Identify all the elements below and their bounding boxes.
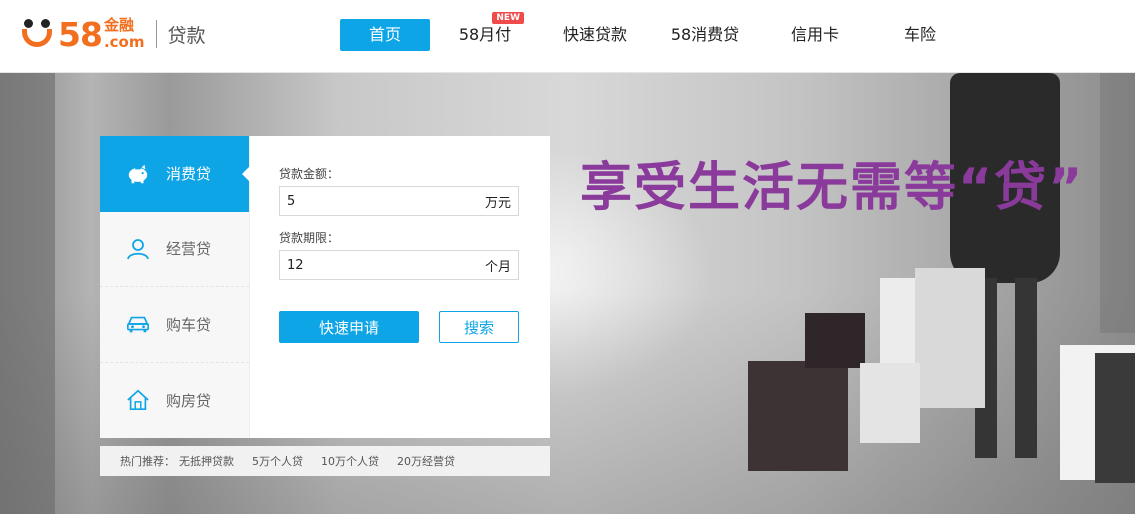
shopping-bag-icon bbox=[805, 313, 865, 368]
nav-label: 车险 bbox=[903, 25, 936, 44]
hot-label: 热门推荐： bbox=[120, 455, 175, 468]
amount-label: 贷款金额： bbox=[279, 167, 340, 181]
logo[interactable]: 58 金融 .com 贷款 bbox=[20, 14, 205, 54]
nav-label: 信用卡 bbox=[790, 25, 839, 44]
woman-leg bbox=[1015, 278, 1037, 458]
nav-credit-card[interactable]: 信用卡 bbox=[760, 19, 870, 51]
58-smiley-icon bbox=[20, 17, 56, 51]
logo-number: 58 bbox=[58, 14, 103, 54]
shopping-bag-icon bbox=[915, 268, 985, 408]
tab-label: 消费贷 bbox=[166, 165, 212, 184]
loan-panel: 消费贷 经营贷 购车贷 购房贷 贷款金额： 5 万元 贷款期限： 12 个月 快… bbox=[100, 136, 550, 438]
hot-link[interactable]: 5万个人贷 bbox=[252, 453, 303, 469]
hot-link[interactable]: 无抵押贷款 bbox=[179, 453, 234, 469]
shopping-bag-icon bbox=[860, 363, 920, 443]
logo-cn: 金融 bbox=[103, 16, 134, 34]
shopping-bag-icon bbox=[748, 361, 848, 471]
top-header: 58 金融 .com 贷款 首页 58月付 NEW 快速贷款 58消费贷 信用卡… bbox=[0, 0, 1135, 73]
banner-pillar bbox=[0, 73, 55, 514]
tab-house-loan[interactable]: 购房贷 bbox=[100, 363, 249, 439]
nav-58-monthly[interactable]: 58月付 NEW bbox=[430, 12, 540, 51]
loan-type-tabs: 消费贷 经营贷 购车贷 购房贷 bbox=[100, 136, 250, 438]
new-badge: NEW bbox=[492, 12, 524, 24]
term-value: 12 bbox=[287, 257, 304, 273]
house-icon bbox=[126, 388, 150, 412]
term-unit: 个月 bbox=[484, 259, 511, 275]
logo-section: 贷款 bbox=[167, 24, 206, 47]
nav-label: 58月付 bbox=[458, 25, 512, 44]
nav-home[interactable]: 首页 bbox=[340, 19, 430, 51]
nav-quick-loan[interactable]: 快速贷款 bbox=[540, 19, 650, 51]
nav-label: 快速贷款 bbox=[562, 25, 627, 44]
nav-label: 58消费贷 bbox=[670, 25, 740, 44]
tab-business-loan[interactable]: 经营贷 bbox=[100, 212, 249, 287]
nav-58-consumer-loan[interactable]: 58消费贷 bbox=[650, 19, 760, 51]
car-icon bbox=[126, 312, 150, 336]
loan-form: 贷款金额： 5 万元 贷款期限： 12 个月 快速申请 搜索 bbox=[279, 166, 519, 343]
tab-car-loan[interactable]: 购车贷 bbox=[100, 287, 249, 363]
shopping-bag-icon bbox=[1095, 353, 1135, 483]
logo-domain: .com bbox=[103, 33, 145, 51]
amount-value: 5 bbox=[287, 193, 296, 209]
hot-recommendations: 热门推荐： 无抵押贷款 5万个人贷 10万个人贷 20万经营贷 bbox=[100, 446, 550, 476]
piggy-bank-icon bbox=[126, 162, 150, 186]
amount-unit: 万元 bbox=[484, 195, 511, 211]
banner-slogan: 享受生活无需等“贷” bbox=[580, 158, 1085, 218]
person-icon bbox=[126, 237, 150, 261]
search-button[interactable]: 搜索 bbox=[439, 311, 519, 343]
quick-apply-button[interactable]: 快速申请 bbox=[279, 311, 419, 343]
tab-label: 购车贷 bbox=[166, 315, 212, 334]
tab-label: 购房贷 bbox=[166, 391, 212, 410]
main-nav: 首页 58月付 NEW 快速贷款 58消费贷 信用卡 车险 bbox=[340, 12, 960, 51]
hot-link[interactable]: 10万个人贷 bbox=[321, 453, 379, 469]
banner-pillar bbox=[1100, 73, 1135, 333]
logo-divider bbox=[156, 20, 158, 48]
term-label: 贷款期限： bbox=[279, 231, 340, 245]
nav-label: 首页 bbox=[368, 25, 401, 44]
term-field[interactable]: 12 个月 bbox=[279, 250, 519, 280]
amount-field[interactable]: 5 万元 bbox=[279, 186, 519, 216]
tab-label: 经营贷 bbox=[166, 240, 212, 259]
tab-consumer-loan[interactable]: 消费贷 bbox=[100, 136, 250, 212]
hot-link[interactable]: 20万经营贷 bbox=[397, 453, 455, 469]
nav-car-insurance[interactable]: 车险 bbox=[880, 19, 960, 51]
